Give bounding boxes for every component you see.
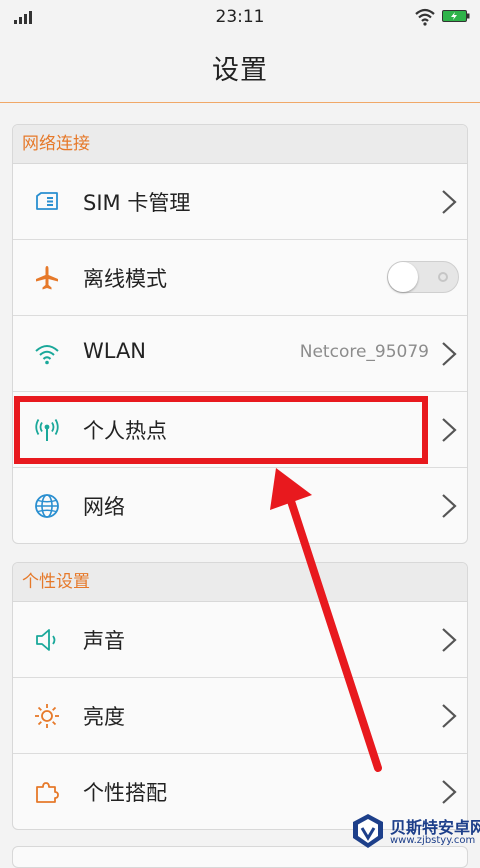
- section-header-network: 网络连接: [13, 125, 467, 164]
- page-title: 设置: [212, 55, 268, 86]
- settings-row-sim[interactable]: SIM 卡管理: [13, 164, 467, 240]
- section-header-personalization: 个性设置: [13, 563, 467, 602]
- site-watermark: 贝斯特安卓网 www.zjbstyy.com: [350, 810, 480, 854]
- watermark-logo-icon: [353, 814, 383, 848]
- wifi-status-icon: [415, 8, 435, 26]
- sound-label: 声音: [83, 629, 125, 653]
- personalization-section-card: 个性设置 声音 亮度 个性搭配: [12, 562, 468, 830]
- toggle-off-indicator: [438, 272, 448, 282]
- chevron-right-icon: [442, 780, 457, 804]
- toggle-knob: [388, 262, 418, 292]
- sim-label: SIM 卡管理: [83, 191, 191, 215]
- theme-label: 个性搭配: [83, 781, 167, 805]
- chevron-right-icon: [442, 704, 457, 728]
- settings-row-sound[interactable]: 声音: [13, 602, 467, 678]
- settings-row-wlan[interactable]: WLAN Netcore_95079: [13, 316, 467, 392]
- puzzle-icon: [36, 782, 59, 803]
- airplane-mode-toggle[interactable]: [387, 261, 459, 293]
- page-header: 设置: [0, 34, 480, 103]
- chevron-right-icon: [442, 190, 457, 214]
- wlan-network-name: Netcore_95079: [299, 342, 429, 362]
- chevron-right-icon: [442, 494, 457, 518]
- network-section-card: 网络连接 SIM 卡管理 离线模式 WLAN Netcore_95079 个人热…: [12, 124, 468, 544]
- chevron-right-icon: [442, 418, 457, 442]
- brightness-label: 亮度: [83, 705, 125, 729]
- speaker-icon: [36, 629, 56, 651]
- highlight-annotation-box: [14, 396, 428, 464]
- wlan-label: WLAN: [83, 339, 147, 363]
- chevron-right-icon: [442, 342, 457, 366]
- settings-row-airplane[interactable]: 离线模式: [13, 240, 467, 316]
- network-label: 网络: [83, 495, 125, 519]
- battery-charging-icon: [442, 10, 470, 22]
- sun-icon: [35, 704, 59, 728]
- status-clock: 23:11: [215, 7, 265, 27]
- status-bar: 23:11: [0, 0, 480, 34]
- airplane-label: 离线模式: [83, 267, 167, 291]
- chevron-right-icon: [442, 628, 457, 652]
- settings-row-brightness[interactable]: 亮度: [13, 678, 467, 754]
- wifi-icon: [35, 345, 59, 365]
- globe-icon: [35, 494, 59, 518]
- settings-row-network[interactable]: 网络: [13, 468, 467, 543]
- airplane-icon: [36, 266, 58, 290]
- sim-card-icon: [36, 192, 58, 210]
- watermark-url: www.zjbstyy.com: [390, 835, 476, 846]
